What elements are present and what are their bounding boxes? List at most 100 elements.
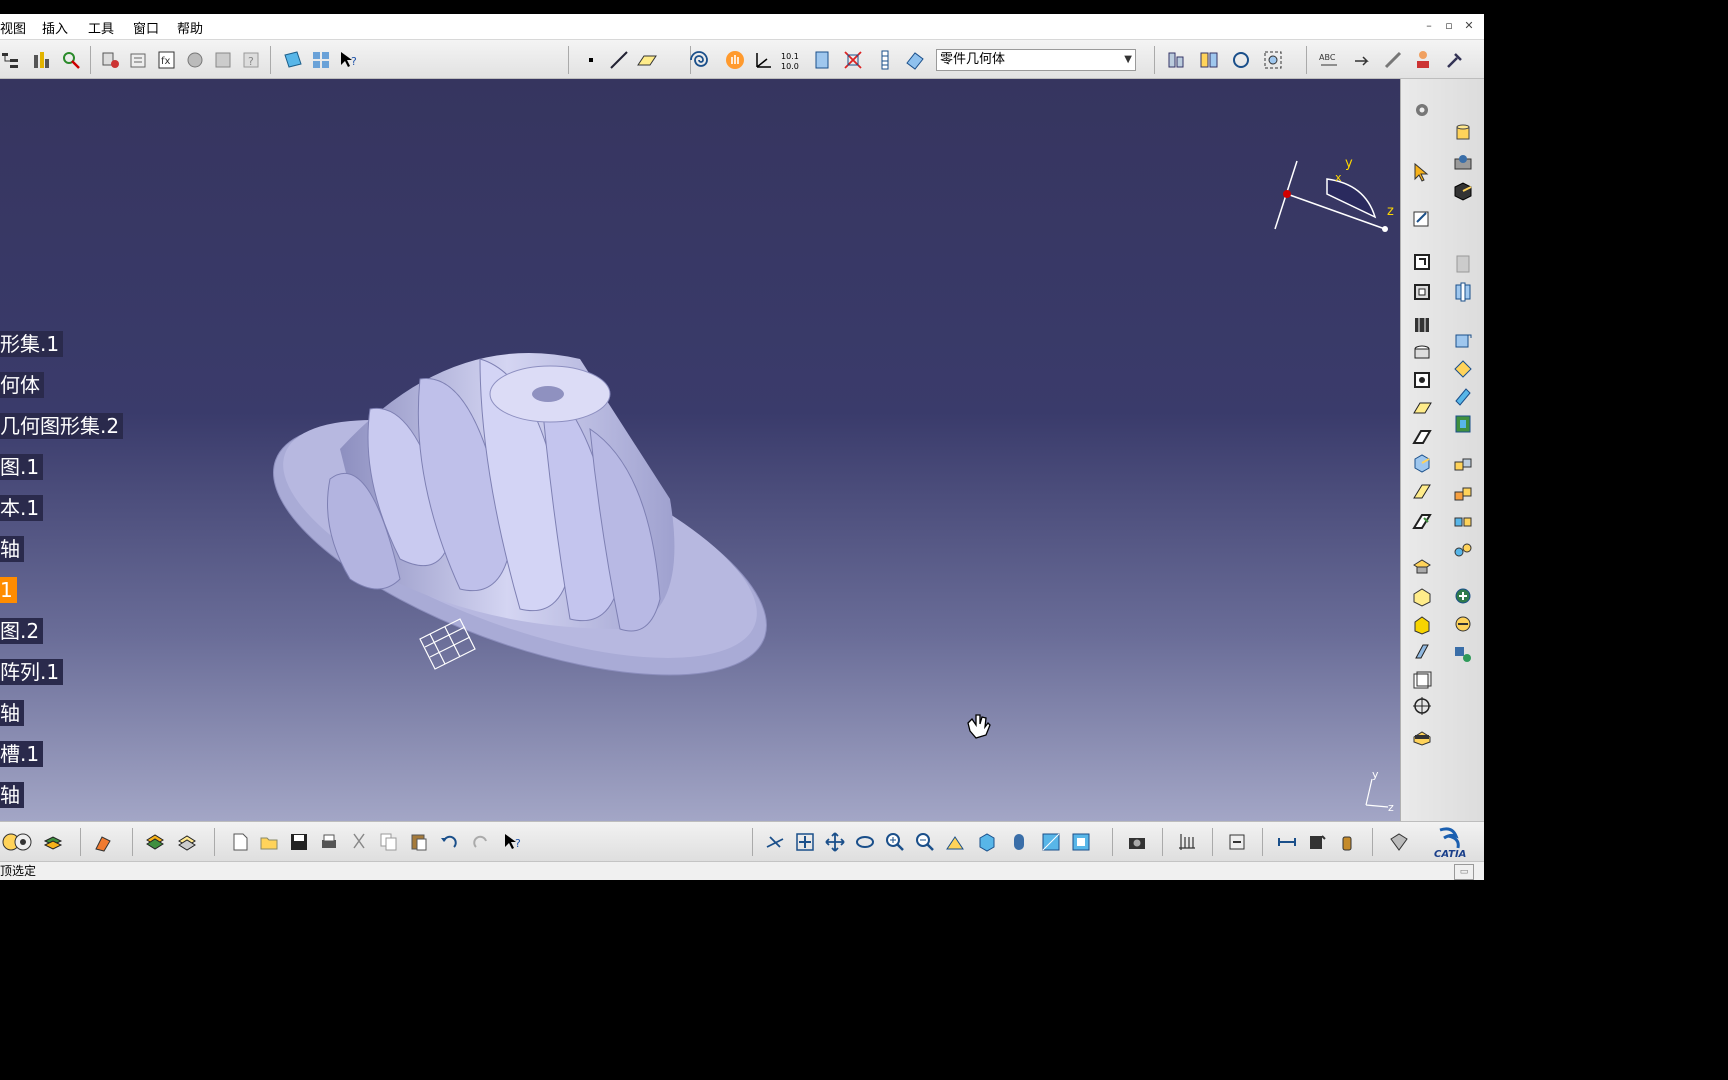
minimize-button[interactable]: – <box>1420 17 1438 34</box>
print-icon[interactable] <box>318 831 340 853</box>
tree-item[interactable]: 阵列.1 <box>0 659 64 685</box>
assembly2-icon[interactable] <box>1198 49 1220 71</box>
rotate-icon[interactable] <box>1230 49 1252 71</box>
zoom-in-icon[interactable] <box>884 831 906 853</box>
matrix-icon[interactable] <box>310 49 332 71</box>
fit-all-icon[interactable] <box>794 831 816 853</box>
shaft-icon[interactable] <box>1452 253 1474 275</box>
hammer-icon[interactable] <box>1444 49 1466 71</box>
tree-item[interactable]: 本.1 <box>0 495 44 521</box>
menu-view[interactable]: 视图 <box>0 18 26 37</box>
pad-cylinder-icon[interactable] <box>1452 121 1474 143</box>
tree-item[interactable]: 图.1 <box>0 454 44 480</box>
formula-icon[interactable]: fx <box>156 49 178 71</box>
grid-icon[interactable] <box>1176 831 1198 853</box>
thick-surface-icon[interactable] <box>1411 585 1433 607</box>
catalog-icon[interactable]: ? <box>240 49 262 71</box>
inertia-icon[interactable] <box>1336 831 1358 853</box>
catia-icon[interactable] <box>1388 831 1410 853</box>
fillet-icon[interactable] <box>1452 329 1474 351</box>
settings-gear-icon[interactable] <box>1411 99 1433 121</box>
sew-surface-icon[interactable] <box>1411 641 1433 663</box>
layer-filter-icon[interactable] <box>176 831 198 853</box>
line-icon[interactable] <box>608 49 630 71</box>
undo-icon[interactable] <box>438 831 460 853</box>
tree-item[interactable]: 何体 <box>0 372 44 398</box>
zoom-fit-icon[interactable] <box>1262 49 1284 71</box>
layer-stack-icon[interactable] <box>144 831 166 853</box>
groove-icon[interactable] <box>1452 281 1474 303</box>
menu-window[interactable]: 窗口 <box>133 18 159 37</box>
pocket-icon[interactable] <box>1411 281 1433 303</box>
arrow-icon[interactable] <box>1352 49 1374 71</box>
normal-view-icon[interactable] <box>944 831 966 853</box>
sketcher-icon[interactable] <box>1411 207 1433 229</box>
pan-icon[interactable] <box>824 831 846 853</box>
macro-icon[interactable] <box>184 49 206 71</box>
pattern-rect-icon[interactable] <box>1411 669 1433 691</box>
restore-button[interactable]: ▫ <box>1440 17 1458 34</box>
sketch-icon[interactable] <box>282 49 304 71</box>
link-icon[interactable] <box>1382 49 1404 71</box>
shell-icon[interactable] <box>1452 413 1474 435</box>
mirror-icon[interactable] <box>1452 539 1474 561</box>
multi-pad-icon[interactable] <box>1452 151 1474 173</box>
copy-icon[interactable] <box>378 831 400 853</box>
compass-widget[interactable]: y x z <box>1265 149 1395 239</box>
measure-between-icon[interactable] <box>1276 831 1298 853</box>
symmetry-icon[interactable] <box>1452 511 1474 533</box>
redo-icon[interactable] <box>470 831 492 853</box>
assembly-icon[interactable] <box>1166 49 1188 71</box>
axis-icon[interactable] <box>752 49 774 71</box>
boolean-add-icon[interactable] <box>1452 585 1474 607</box>
rotate-icon[interactable] <box>854 831 876 853</box>
tree-item[interactable]: 轴 <box>0 782 24 808</box>
menu-insert[interactable]: 插入 <box>42 18 68 37</box>
measure-item-icon[interactable] <box>1306 831 1328 853</box>
tree-item[interactable]: 图.2 <box>0 618 44 644</box>
point-icon[interactable] <box>580 49 602 71</box>
zoom-out-icon[interactable] <box>914 831 936 853</box>
parameters-icon[interactable] <box>128 49 150 71</box>
text-icon[interactable]: ABC <box>1318 49 1340 71</box>
save-icon[interactable] <box>288 831 310 853</box>
loft-icon[interactable] <box>1411 425 1433 447</box>
close-surface-icon[interactable] <box>1411 613 1433 635</box>
split-icon[interactable] <box>1411 555 1433 577</box>
rib-icon[interactable] <box>1411 341 1433 363</box>
boolean-assemble-icon[interactable] <box>1452 613 1474 635</box>
hole-icon[interactable] <box>1411 313 1433 335</box>
select-arrow-icon[interactable] <box>1411 161 1433 183</box>
target-icon[interactable] <box>1411 695 1433 717</box>
new-icon[interactable] <box>229 831 251 853</box>
gear-tree-icon[interactable] <box>12 831 34 853</box>
thickness-icon[interactable] <box>1411 451 1433 473</box>
plane-icon[interactable] <box>636 49 658 71</box>
tree-item[interactable]: 槽.1 <box>0 741 44 767</box>
impeller-model[interactable] <box>250 299 790 699</box>
whatsthis-icon[interactable]: ? <box>502 831 524 853</box>
pattern-icon[interactable] <box>212 49 234 71</box>
thread-icon[interactable] <box>1411 481 1433 503</box>
bar-analysis-icon[interactable] <box>30 49 52 71</box>
stiffener-icon[interactable] <box>1411 397 1433 419</box>
body-selector[interactable]: 零件几何体 ▼ <box>936 49 1136 71</box>
body-insert-icon[interactable] <box>1411 725 1433 747</box>
rotate-body-icon[interactable] <box>1452 483 1474 505</box>
3d-viewport[interactable]: 形集.1 何体 几何图形集.2 图.1 本.1 轴 1 图.2 阵列.1 轴 槽… <box>0 79 1400 821</box>
draft-icon[interactable] <box>1452 385 1474 407</box>
pad-icon[interactable] <box>1411 251 1433 273</box>
tree-item[interactable]: 几何图形集.2 <box>0 413 124 439</box>
paint-icon[interactable] <box>92 831 114 853</box>
status-input-icon[interactable]: ▭ <box>1454 864 1474 880</box>
camera-icon[interactable] <box>1126 831 1148 853</box>
solid-block-icon[interactable] <box>1452 179 1474 201</box>
stack-icon[interactable] <box>874 49 896 71</box>
solid-icon[interactable] <box>904 49 926 71</box>
remove-face-icon[interactable] <box>1411 511 1433 533</box>
tree-item-selected[interactable]: 1 <box>0 577 17 603</box>
extrude-icon[interactable] <box>811 49 833 71</box>
paste-icon[interactable] <box>408 831 430 853</box>
layers-icon[interactable] <box>42 831 64 853</box>
menu-tools[interactable]: 工具 <box>88 18 114 37</box>
